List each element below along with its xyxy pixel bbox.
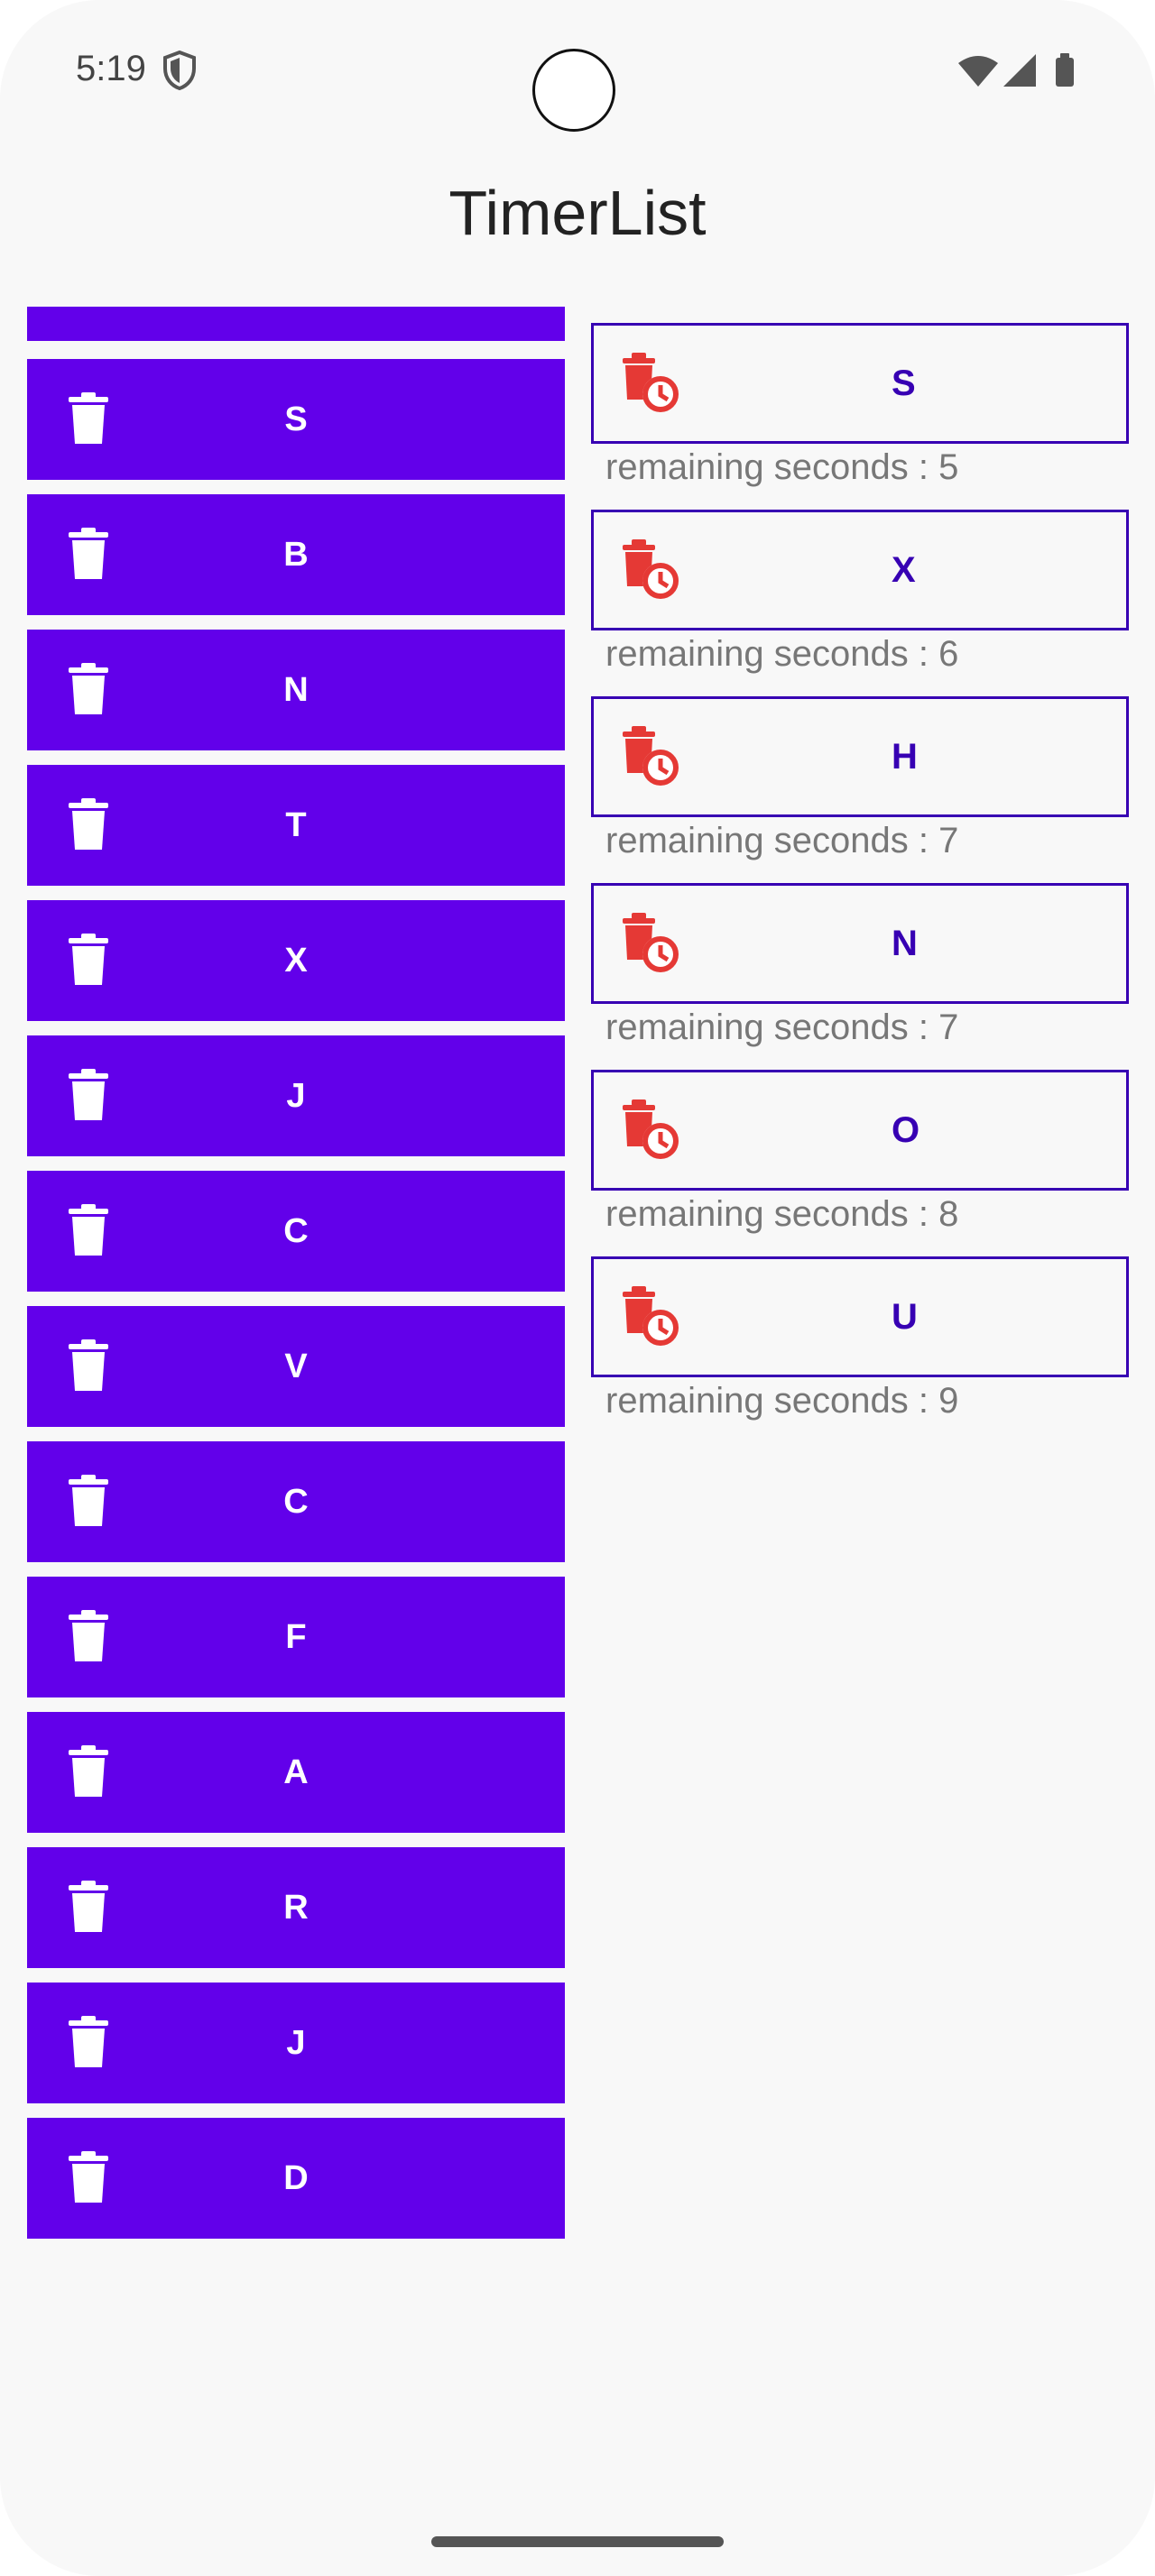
trash-icon[interactable] <box>65 933 112 987</box>
list-item[interactable] <box>27 307 565 341</box>
remaining-seconds-text: remaining seconds : 6 <box>605 634 959 674</box>
app-title: TimerList <box>448 178 707 248</box>
timer-card[interactable]: N <box>591 883 1129 1004</box>
status-bar: 5:19 <box>0 0 1155 135</box>
remaining-seconds-text: remaining seconds : 5 <box>605 447 959 487</box>
trash-icon[interactable] <box>65 1474 112 1528</box>
status-time: 5:19 <box>76 49 146 88</box>
trash-clock-icon[interactable] <box>619 1284 684 1349</box>
timer-card-label: X <box>892 550 916 590</box>
trash-clock-icon[interactable] <box>619 538 684 603</box>
list-item[interactable]: C <box>27 1171 565 1292</box>
timer-card-label: U <box>892 1297 918 1337</box>
trash-icon[interactable] <box>65 527 112 581</box>
timer-card-label: S <box>892 363 916 403</box>
right-list[interactable]: Sremaining seconds : 5 Xremaining seconds… <box>591 323 1129 1495</box>
trash-icon[interactable] <box>65 1744 112 1799</box>
wifi-icon <box>958 56 998 87</box>
phone-screen: 5:19 TimerList SBNTXJCVCFARJD Sremaining… <box>0 0 1155 2576</box>
left-list[interactable]: SBNTXJCVCFARJD <box>27 307 565 2246</box>
list-item[interactable]: X <box>27 900 565 1021</box>
trash-icon[interactable] <box>65 391 112 446</box>
list-item[interactable]: J <box>27 1983 565 2103</box>
timer-card-label: N <box>892 924 918 963</box>
trash-icon[interactable] <box>65 2150 112 2204</box>
list-item[interactable]: S <box>27 359 565 480</box>
list-item[interactable]: R <box>27 1847 565 1968</box>
remaining-seconds-text: remaining seconds : 7 <box>605 821 959 860</box>
list-item[interactable]: D <box>27 2118 565 2239</box>
list-item[interactable]: T <box>27 765 565 886</box>
list-item[interactable]: B <box>27 494 565 615</box>
trash-icon[interactable] <box>65 1880 112 1934</box>
timer-card-label: O <box>892 1110 920 1150</box>
timer-card[interactable]: S <box>591 323 1129 444</box>
timer-card[interactable]: O <box>591 1070 1129 1191</box>
trash-clock-icon[interactable] <box>619 911 684 976</box>
trash-icon[interactable] <box>65 2015 112 2069</box>
shield-icon <box>163 51 196 90</box>
list-item[interactable]: F <box>27 1577 565 1697</box>
list-item[interactable]: J <box>27 1035 565 1156</box>
trash-icon[interactable] <box>65 662 112 716</box>
home-indicator[interactable] <box>431 2536 724 2547</box>
trash-icon[interactable] <box>65 1339 112 1393</box>
trash-icon[interactable] <box>65 1203 112 1257</box>
trash-icon[interactable] <box>65 797 112 851</box>
trash-icon[interactable] <box>65 1068 112 1122</box>
trash-icon[interactable] <box>65 1609 112 1663</box>
battery-icon <box>1056 53 1074 87</box>
timer-card[interactable]: X <box>591 510 1129 630</box>
remaining-seconds-text: remaining seconds : 9 <box>605 1381 959 1421</box>
status-icons <box>958 53 1074 87</box>
trash-clock-icon[interactable] <box>619 724 684 789</box>
list-item[interactable]: A <box>27 1712 565 1833</box>
trash-clock-icon[interactable] <box>619 1098 684 1163</box>
timer-card-label: H <box>892 737 918 777</box>
remaining-seconds-text: remaining seconds : 7 <box>605 1007 959 1047</box>
timer-card[interactable]: U <box>591 1256 1129 1377</box>
list-item[interactable]: V <box>27 1306 565 1427</box>
camera-cutout <box>532 49 615 132</box>
signal-icon <box>1003 54 1036 87</box>
list-item[interactable]: N <box>27 630 565 750</box>
timer-card[interactable]: H <box>591 696 1129 817</box>
trash-clock-icon[interactable] <box>619 351 684 416</box>
list-item[interactable]: C <box>27 1441 565 1562</box>
remaining-seconds-text: remaining seconds : 8 <box>605 1194 959 1234</box>
